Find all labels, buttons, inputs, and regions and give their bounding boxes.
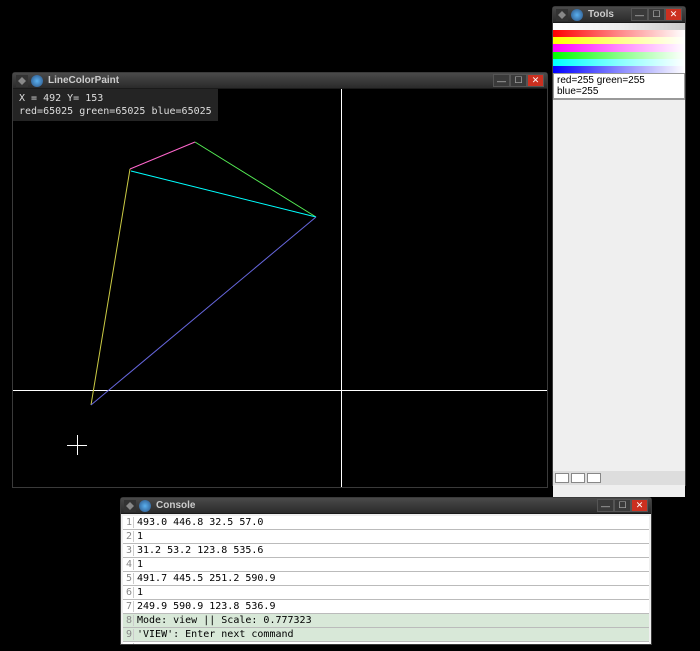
line-number: 1 xyxy=(126,517,134,528)
console-text: 'VIEW': Enter next command xyxy=(137,629,294,640)
console-row: 5491.7 445.5 251.2 590.9 xyxy=(123,572,649,586)
swatch[interactable] xyxy=(555,473,569,483)
paint-title: LineColorPaint xyxy=(46,75,490,86)
maximize-button[interactable]: ☐ xyxy=(614,499,631,512)
line-number: 6 xyxy=(126,587,134,598)
console-title: Console xyxy=(154,500,594,511)
rgb-readout: red=255 green=255 blue=255 xyxy=(553,73,685,99)
line-number: 2 xyxy=(126,531,134,542)
maximize-button[interactable]: ☐ xyxy=(510,74,527,87)
tools-body xyxy=(553,99,685,497)
tools-window: Tools — ☐ ✕ red=255 green=255 blue=255 xyxy=(552,6,686,486)
swatch[interactable] xyxy=(571,473,585,483)
close-button[interactable]: ✕ xyxy=(631,499,648,512)
drawn-line xyxy=(195,142,316,217)
line-number: 4 xyxy=(126,559,134,570)
drawn-line xyxy=(91,169,130,405)
tools-title: Tools xyxy=(586,9,628,20)
canvas[interactable]: X = 492 Y= 153 red=65025 green=65025 blu… xyxy=(13,89,547,487)
app-icon xyxy=(556,9,568,21)
console-text: 1 xyxy=(137,531,143,542)
close-button[interactable]: ✕ xyxy=(665,8,682,21)
globe-icon xyxy=(571,9,583,21)
console-titlebar[interactable]: Console — ☐ ✕ xyxy=(121,498,651,514)
swatch[interactable] xyxy=(587,473,601,483)
line-number: > xyxy=(126,643,134,644)
globe-icon xyxy=(31,75,43,87)
console-row: 9'VIEW': Enter next command xyxy=(123,628,649,642)
line-number: 3 xyxy=(126,545,134,556)
console-row: 61 xyxy=(123,586,649,600)
console-row: 331.2 53.2 123.8 535.6 xyxy=(123,544,649,558)
minimize-button[interactable]: — xyxy=(631,8,648,21)
drawing-svg xyxy=(13,89,547,487)
globe-icon xyxy=(139,500,151,512)
app-icon xyxy=(16,75,28,87)
console-text: 491.7 445.5 251.2 590.9 xyxy=(137,573,275,584)
minimize-button[interactable]: — xyxy=(493,74,510,87)
console-text: 1 xyxy=(137,559,143,570)
line-number: 5 xyxy=(126,573,134,584)
window-controls: — ☐ ✕ xyxy=(631,8,682,21)
drawn-line xyxy=(130,142,195,169)
app-icon xyxy=(124,500,136,512)
console-row: > xyxy=(123,642,649,644)
console-body[interactable]: 1493.0 446.8 32.5 57.021331.2 53.2 123.8… xyxy=(121,514,651,644)
swatch-row xyxy=(553,471,685,485)
linecolorpaint-window: LineColorPaint — ☐ ✕ X = 492 Y= 153 red=… xyxy=(12,72,548,488)
paint-titlebar[interactable]: LineColorPaint — ☐ ✕ xyxy=(13,73,547,89)
window-controls: — ☐ ✕ xyxy=(597,499,648,512)
console-text: 493.0 446.8 32.5 57.0 xyxy=(137,517,263,528)
minimize-button[interactable]: — xyxy=(597,499,614,512)
console-window: Console — ☐ ✕ 1493.0 446.8 32.5 57.02133… xyxy=(120,497,652,645)
console-row: 41 xyxy=(123,558,649,572)
console-row: 1493.0 446.8 32.5 57.0 xyxy=(123,516,649,530)
line-number: 8 xyxy=(126,615,134,626)
console-row: 8Mode: view || Scale: 0.777323 xyxy=(123,614,649,628)
console-text: 249.9 590.9 123.8 536.9 xyxy=(137,601,275,612)
drawn-line xyxy=(131,171,316,217)
close-button[interactable]: ✕ xyxy=(527,74,544,87)
window-controls: — ☐ ✕ xyxy=(493,74,544,87)
drawn-line xyxy=(91,217,316,405)
console-row: 7249.9 590.9 123.8 536.9 xyxy=(123,600,649,614)
line-number: 9 xyxy=(126,629,134,640)
console-row: 21 xyxy=(123,530,649,544)
console-text: 31.2 53.2 123.8 535.6 xyxy=(137,545,263,556)
maximize-button[interactable]: ☐ xyxy=(648,8,665,21)
console-text: Mode: view || Scale: 0.777323 xyxy=(137,615,312,626)
color-palette[interactable] xyxy=(553,23,685,73)
line-number: 7 xyxy=(126,601,134,612)
console-text: 1 xyxy=(137,587,143,598)
tools-titlebar[interactable]: Tools — ☐ ✕ xyxy=(553,7,685,23)
